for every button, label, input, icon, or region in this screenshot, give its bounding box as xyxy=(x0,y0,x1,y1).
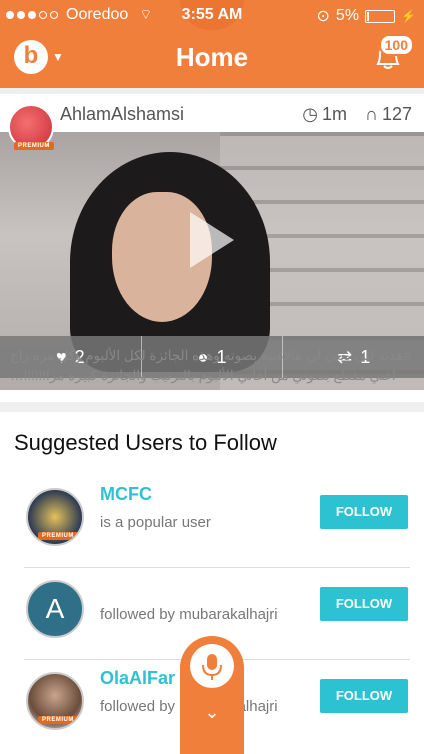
chevron-double-down-icon[interactable]: ⌄ xyxy=(180,702,244,723)
user-name[interactable]: MCFC xyxy=(100,484,152,505)
avatar[interactable]: PREMIUM xyxy=(26,672,84,730)
post-caption: #هديه للي يغني لي هالاغنيه بصوته وهذه ال… xyxy=(10,348,411,383)
microphone-icon xyxy=(190,644,234,688)
record-button[interactable]: ⌄ xyxy=(180,636,244,754)
play-icon[interactable] xyxy=(190,212,234,268)
post-listens: ∩ 127 xyxy=(365,104,412,125)
post-header: AhlamAlshamsi ◷ 1m ∩ 127 xyxy=(0,94,424,132)
page-title: Home xyxy=(175,42,249,72)
charging-icon: ⚡ xyxy=(401,9,416,23)
list-item[interactable]: PREMIUM MCFC is a popular user FOLLOW xyxy=(0,476,424,568)
clock-icon: ◷ xyxy=(302,104,318,124)
battery-icon xyxy=(365,9,396,23)
user-description: followed by mubarakalhajri xyxy=(100,606,278,623)
app-header: Ooredoo ⌔ 3:55 AM ⊙ 5% ⚡ b ▼ Home 100 xyxy=(0,0,424,88)
avatar[interactable]: PREMIUM xyxy=(26,488,84,546)
follow-button[interactable]: FOLLOW xyxy=(320,495,408,529)
post-listens-value: 127 xyxy=(381,104,412,124)
notification-count-badge: 100 xyxy=(378,34,414,56)
user-name[interactable]: OlaAlFar xyxy=(100,668,175,689)
section-title: Suggested Users to Follow xyxy=(14,430,277,455)
follow-button[interactable]: FOLLOW xyxy=(320,587,408,621)
notifications-button[interactable]: 100 xyxy=(370,34,414,74)
premium-badge: PREMIUM xyxy=(14,142,54,150)
avatar[interactable]: PREMIUM xyxy=(8,104,54,150)
post-username[interactable]: AhlamAlshamsi xyxy=(60,104,184,125)
post-time-value: 1m xyxy=(322,104,348,124)
avatar[interactable]: A xyxy=(26,580,84,638)
status-bar: Ooredoo ⌔ 3:55 AM ⊙ 5% ⚡ xyxy=(0,0,424,30)
post-card[interactable]: PREMIUM AhlamAlshamsi ◷ 1m ∩ 127 ♥ 2 ● 1… xyxy=(0,94,424,402)
follow-button[interactable]: FOLLOW xyxy=(320,679,408,713)
headphones-icon: ∩ xyxy=(365,104,378,124)
post-time: ◷ 1m xyxy=(302,104,347,125)
premium-badge: PREMIUM xyxy=(38,532,78,540)
user-description: is a popular user xyxy=(100,514,211,531)
battery-percent: 5% xyxy=(335,7,360,24)
premium-badge: PREMIUM xyxy=(38,716,78,724)
rotation-lock-icon: ⊙ xyxy=(316,8,330,25)
